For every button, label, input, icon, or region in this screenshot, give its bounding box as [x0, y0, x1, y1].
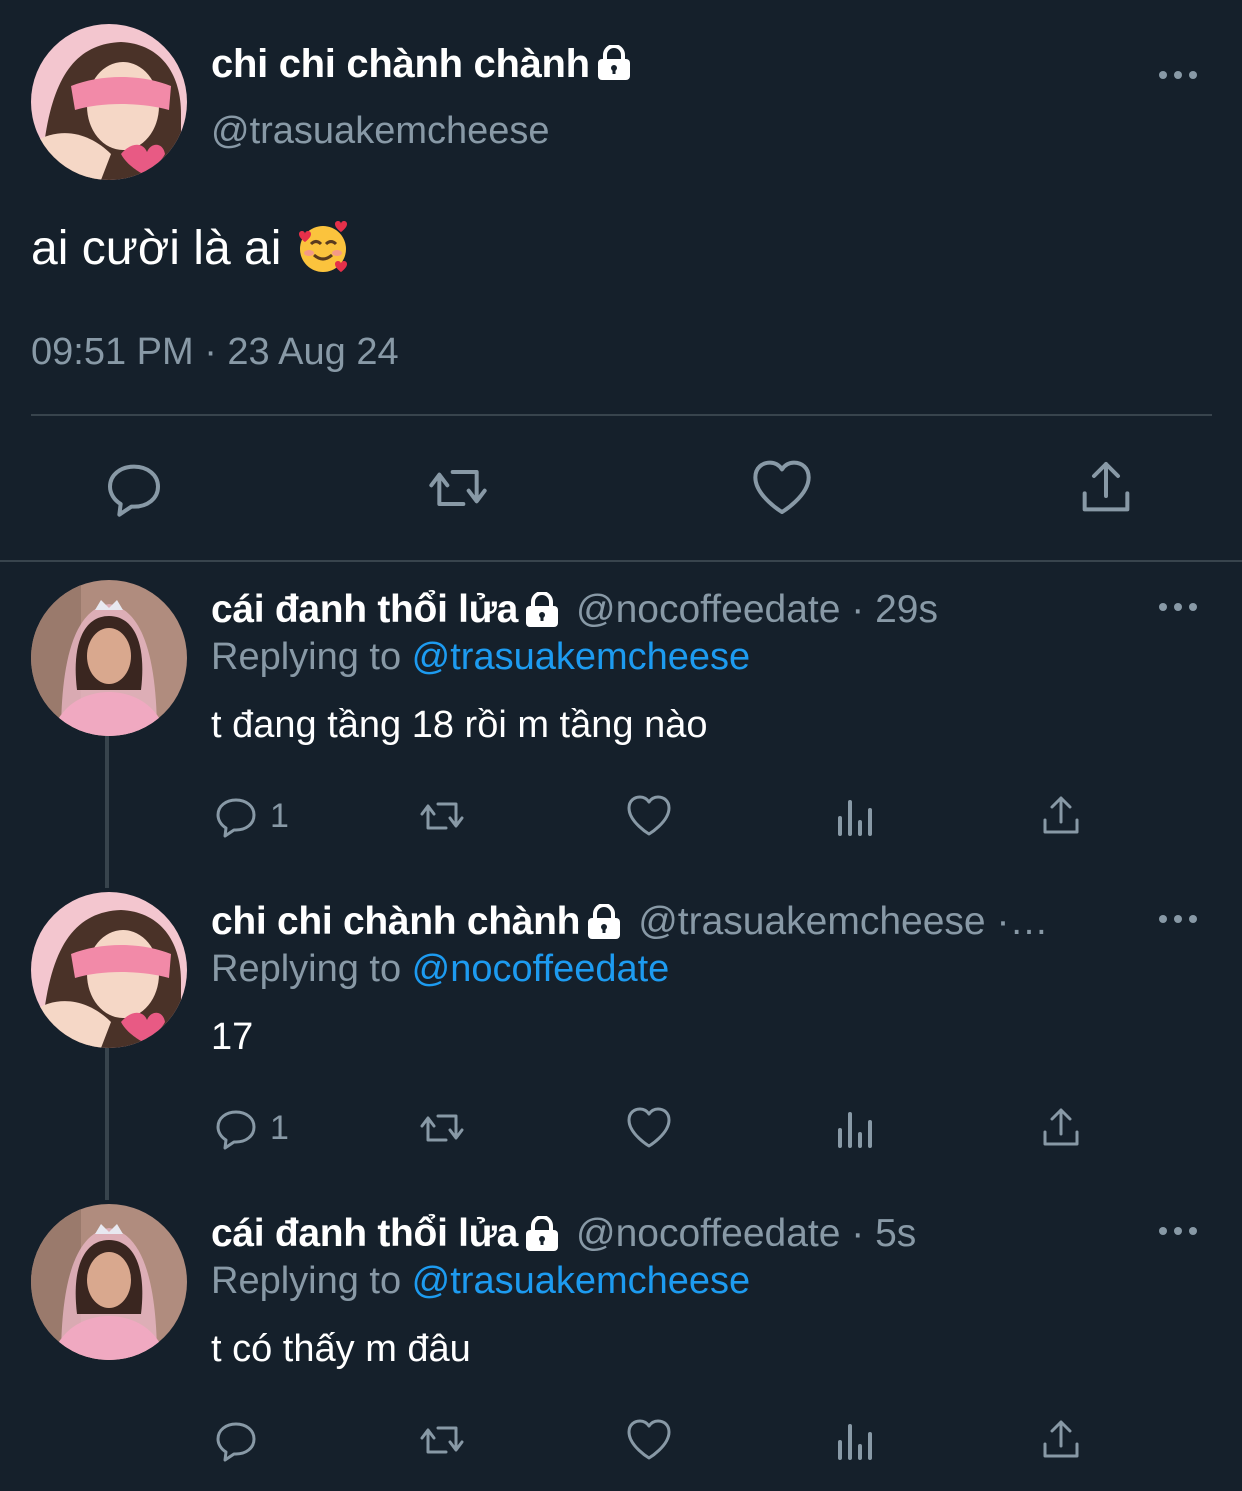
author-name[interactable]: chi chi chành chành — [211, 42, 634, 87]
retweet-icon[interactable] — [418, 790, 466, 842]
replying-to: Replying to @nocoffeedate — [211, 948, 669, 991]
author-handle[interactable]: @nocoffeedate — [576, 1212, 840, 1255]
replying-to: Replying to @trasuakemcheese — [211, 1260, 750, 1303]
author-name[interactable]: chi chi chành chành — [211, 900, 581, 944]
more-icon[interactable] — [1158, 65, 1198, 85]
share-icon[interactable] — [1074, 456, 1138, 520]
reply-icon[interactable] — [102, 456, 166, 520]
reply-button[interactable]: 1 — [212, 790, 289, 842]
tweet-text: ai cười là ai — [31, 220, 351, 276]
mention-link[interactable]: @trasuakemcheese — [412, 1260, 751, 1302]
share-icon[interactable] — [1037, 1414, 1085, 1466]
smiling-face-with-hearts-emoji — [295, 220, 351, 276]
author-meta: @nocoffeedate · 29s — [576, 588, 938, 632]
reply-icon — [216, 1422, 256, 1462]
more-icon[interactable] — [1158, 597, 1198, 617]
avatar[interactable] — [31, 580, 187, 736]
like-icon[interactable] — [750, 456, 814, 520]
tweet-text-content: ai cười là ai — [31, 221, 282, 275]
like-icon[interactable] — [625, 1414, 673, 1466]
like-icon[interactable] — [625, 1102, 673, 1154]
mention-link[interactable]: @trasuakemcheese — [412, 636, 751, 678]
lock-icon — [522, 592, 562, 628]
avatar[interactable] — [31, 892, 187, 1048]
divider — [31, 414, 1212, 416]
author-meta: @trasuakemcheese ·… — [638, 900, 1048, 944]
reply-icon — [216, 1110, 256, 1150]
like-icon[interactable] — [625, 790, 673, 842]
mention-link[interactable]: @nocoffeedate — [412, 948, 670, 990]
share-icon[interactable] — [1037, 790, 1085, 842]
replying-to: Replying to @trasuakemcheese — [211, 636, 750, 679]
analytics-icon[interactable] — [832, 1414, 880, 1466]
reply-time[interactable]: 5s — [875, 1212, 916, 1255]
author-meta: @nocoffeedate · 5s — [576, 1212, 916, 1256]
author-name-text[interactable]: chi chi chành chành — [211, 42, 590, 86]
reply-header: cái đanh thổi lửa @nocoffeedate · 29s — [211, 586, 1151, 634]
analytics-icon[interactable] — [832, 1102, 880, 1154]
reply-text: t có thấy m đâu — [211, 1328, 471, 1370]
reply-time[interactable]: 29s — [875, 588, 938, 631]
reply-text: 17 — [211, 1016, 254, 1058]
separator: · — [985, 900, 1010, 943]
separator: · — [840, 588, 876, 631]
retweet-icon[interactable] — [426, 456, 490, 520]
lock-icon — [584, 904, 624, 940]
divider — [0, 560, 1242, 562]
reply-time[interactable]: … — [1009, 900, 1048, 943]
retweet-icon[interactable] — [418, 1102, 466, 1154]
author-handle[interactable]: @trasuakemcheese — [638, 900, 985, 943]
more-icon[interactable] — [1158, 1221, 1198, 1241]
avatar[interactable] — [31, 24, 187, 180]
retweet-icon[interactable] — [418, 1414, 466, 1466]
replying-label: Replying to — [211, 1260, 412, 1302]
reply-button[interactable] — [212, 1414, 270, 1466]
author-name[interactable]: cái đanh thổi lửa — [211, 1212, 518, 1256]
share-icon[interactable] — [1037, 1102, 1085, 1154]
thread-line — [105, 736, 109, 888]
reply-count: 1 — [270, 796, 289, 835]
reply-text: t đang tầng 18 rồi m tầng nào — [211, 704, 708, 746]
tweet-timestamp[interactable]: 09:51 PM · 23 Aug 24 — [31, 331, 399, 374]
lock-icon — [594, 45, 634, 81]
avatar[interactable] — [31, 1204, 187, 1360]
reply-icon — [216, 798, 256, 838]
reply-count: 1 — [270, 1108, 289, 1147]
reply-header: chi chi chành chành @trasuakemcheese ·… — [211, 898, 1151, 946]
reply-button[interactable]: 1 — [212, 1102, 289, 1154]
author-name[interactable]: cái đanh thổi lửa — [211, 588, 518, 632]
author-handle[interactable]: @nocoffeedate — [576, 588, 840, 631]
replying-label: Replying to — [211, 636, 412, 678]
replying-label: Replying to — [211, 948, 412, 990]
lock-icon — [522, 1216, 562, 1252]
thread-line — [105, 1048, 109, 1200]
separator: · — [840, 1212, 876, 1255]
reply-header: cái đanh thổi lửa @nocoffeedate · 5s — [211, 1210, 1151, 1258]
analytics-icon[interactable] — [832, 790, 880, 842]
more-icon[interactable] — [1158, 909, 1198, 929]
author-handle[interactable]: @trasuakemcheese — [211, 110, 550, 153]
